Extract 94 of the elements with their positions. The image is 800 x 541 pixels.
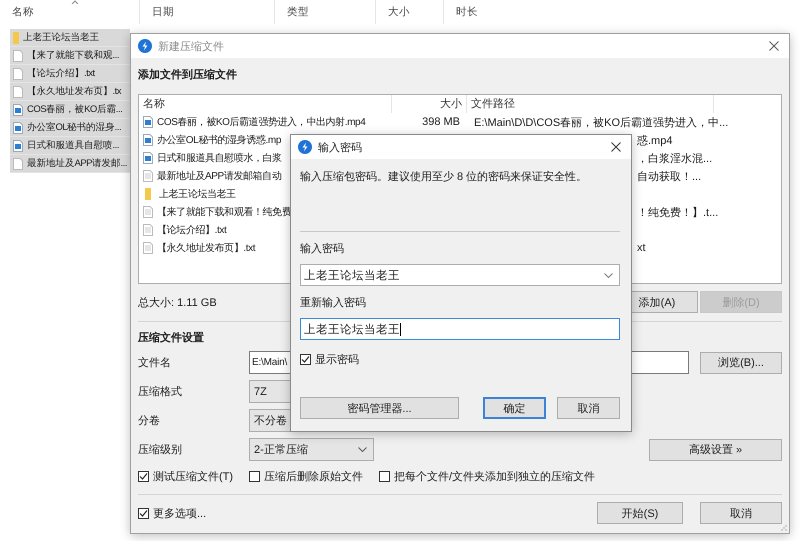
advanced-settings-button[interactable]: 高级设置 » xyxy=(649,438,782,460)
checkbox-label[interactable]: 压缩后删除原始文件 xyxy=(264,468,364,484)
field-label: 压缩级别 xyxy=(138,442,183,457)
column-header[interactable]: 大小 xyxy=(392,95,467,113)
column-header[interactable]: 大小 xyxy=(376,0,444,24)
checkbox[interactable] xyxy=(138,508,149,518)
file-row[interactable]: 最新地址及APP请发邮... xyxy=(10,155,130,173)
file-name: 【永久地址发布页】.txt xyxy=(157,242,256,255)
app-icon xyxy=(138,39,152,53)
checkbox[interactable] xyxy=(379,470,390,482)
file-row[interactable]: 【来了就能下载和观... xyxy=(10,47,130,65)
file-name: 【永久地址发布页】.tx xyxy=(27,85,122,98)
document-icon xyxy=(143,206,153,218)
column-header[interactable]: 名称 xyxy=(139,95,392,113)
video-file-icon xyxy=(13,140,23,152)
file-name: 办公室OL秘书的湿身... xyxy=(27,121,122,134)
document-icon xyxy=(13,68,23,80)
video-file-icon xyxy=(13,122,23,134)
checkbox-label[interactable]: 显示密码 xyxy=(315,352,359,367)
document-icon xyxy=(13,158,23,170)
video-file-icon xyxy=(13,104,23,116)
file-name: 最新地址及APP请发邮... xyxy=(27,157,127,170)
description-text: 输入压缩包密码。建议使用至少 8 位的密码来保证安全性。 xyxy=(300,170,588,185)
file-name: 上老王论坛当老王 xyxy=(159,188,236,201)
file-row[interactable]: COS春丽，被KO后霸... xyxy=(10,101,130,119)
password-field[interactable]: 上老王论坛当老王 xyxy=(300,318,620,340)
checkbox-label[interactable]: 把每个文件/文件夹添加到独立的压缩文件 xyxy=(394,468,596,484)
file-path: ！纯免费！】.t... xyxy=(637,206,718,220)
file-name: 【来了就能下载和观... xyxy=(27,49,119,62)
section-title: 压缩文件设置 xyxy=(138,331,205,345)
column-header[interactable]: 日期 xyxy=(140,0,275,24)
file-size: 398 MB xyxy=(422,116,460,128)
chevron-down-icon xyxy=(604,272,613,278)
checkbox[interactable] xyxy=(249,470,260,482)
file-name: 日式和服道具自慰喷水，白浆 xyxy=(157,152,282,165)
document-icon xyxy=(13,86,23,98)
file-row[interactable]: 【永久地址发布页】.tx xyxy=(10,83,130,101)
video-file-icon xyxy=(143,116,153,128)
field-label: 文件名 xyxy=(138,356,172,370)
file-row[interactable]: 【论坛介绍】.txt xyxy=(10,65,130,83)
close-icon[interactable] xyxy=(769,41,779,51)
app-icon xyxy=(298,140,312,154)
document-icon xyxy=(143,242,153,254)
checkbox[interactable] xyxy=(138,470,149,482)
file-name: 上老王论坛当老王 xyxy=(23,31,99,44)
window-title: 新建压缩文件 xyxy=(158,40,225,54)
browse-button[interactable]: 浏览(B)... xyxy=(700,352,782,374)
dialog-button[interactable]: 开始(S) xyxy=(597,502,683,524)
document-icon xyxy=(143,224,153,236)
file-name: 日式和服道具自慰喷... xyxy=(27,139,119,152)
dialog-button[interactable]: 确定 xyxy=(483,397,546,419)
column-header[interactable]: 文件路径 xyxy=(467,95,714,113)
column-header[interactable]: 名称 xyxy=(0,0,140,24)
file-name: COS春丽，被KO后霸... xyxy=(27,103,122,116)
file-name: 最新地址及APP请发邮箱自动 xyxy=(157,170,282,183)
field-label: 重新输入密码 xyxy=(300,296,367,311)
total-size: 总大小: 1.11 GB xyxy=(138,296,217,310)
file-path: 自动获取！... xyxy=(637,170,702,184)
section-title: 添加文件到压缩文件 xyxy=(138,68,238,82)
column-header[interactable]: 时长 xyxy=(444,0,544,24)
dialog-button[interactable]: 取消 xyxy=(700,502,782,524)
checkbox-label[interactable]: 测试压缩文件(T) xyxy=(153,468,234,484)
chevron-down-icon xyxy=(358,447,367,452)
folder-icon xyxy=(145,188,151,200)
resize-grip-icon[interactable] xyxy=(781,525,787,531)
column-header[interactable]: 类型 xyxy=(275,0,376,24)
file-name: 办公室OL秘书的湿身诱惑.mp xyxy=(157,134,282,147)
dialog-title: 输入密码 xyxy=(318,140,363,154)
field-label: 输入密码 xyxy=(300,242,345,257)
checkbox[interactable] xyxy=(300,354,311,365)
close-icon[interactable] xyxy=(611,142,621,152)
file-row[interactable]: 上老王论坛当老王 xyxy=(10,29,130,47)
file-path: 惑.mp4 xyxy=(637,134,672,148)
file-row[interactable]: 日式和服道具自慰喷... xyxy=(10,137,130,155)
file-path: xt xyxy=(637,242,646,254)
field-label: 压缩格式 xyxy=(138,384,183,399)
file-row[interactable]: 办公室OL秘书的湿身... xyxy=(10,119,130,137)
file-name: COS春丽，被KO后霸道强势进入，中出内射.mp4 xyxy=(157,116,366,129)
document-icon xyxy=(13,50,23,62)
checkbox-label[interactable]: 更多选项... xyxy=(153,506,206,520)
video-file-icon xyxy=(143,134,153,146)
dialog-button[interactable]: 取消 xyxy=(557,397,620,419)
dropdown[interactable]: 2-正常压缩 xyxy=(249,438,374,461)
video-file-icon xyxy=(143,152,153,164)
file-path: ，白浆淫水混... xyxy=(637,152,712,166)
sort-caret-icon xyxy=(71,0,79,4)
dialog-button[interactable]: 密码管理器... xyxy=(300,397,459,419)
file-path: E:\Main\D\D\COS春丽，被KO后霸道强势进入，中... xyxy=(474,116,728,128)
document-icon xyxy=(143,170,153,182)
password-dropdown[interactable]: 上老王论坛当老王 xyxy=(300,264,620,286)
field-label: 分卷 xyxy=(138,414,161,428)
file-name: 【论坛介绍】.txt xyxy=(157,224,226,237)
file-name: 【论坛介绍】.txt xyxy=(27,67,95,80)
folder-icon xyxy=(13,32,19,44)
